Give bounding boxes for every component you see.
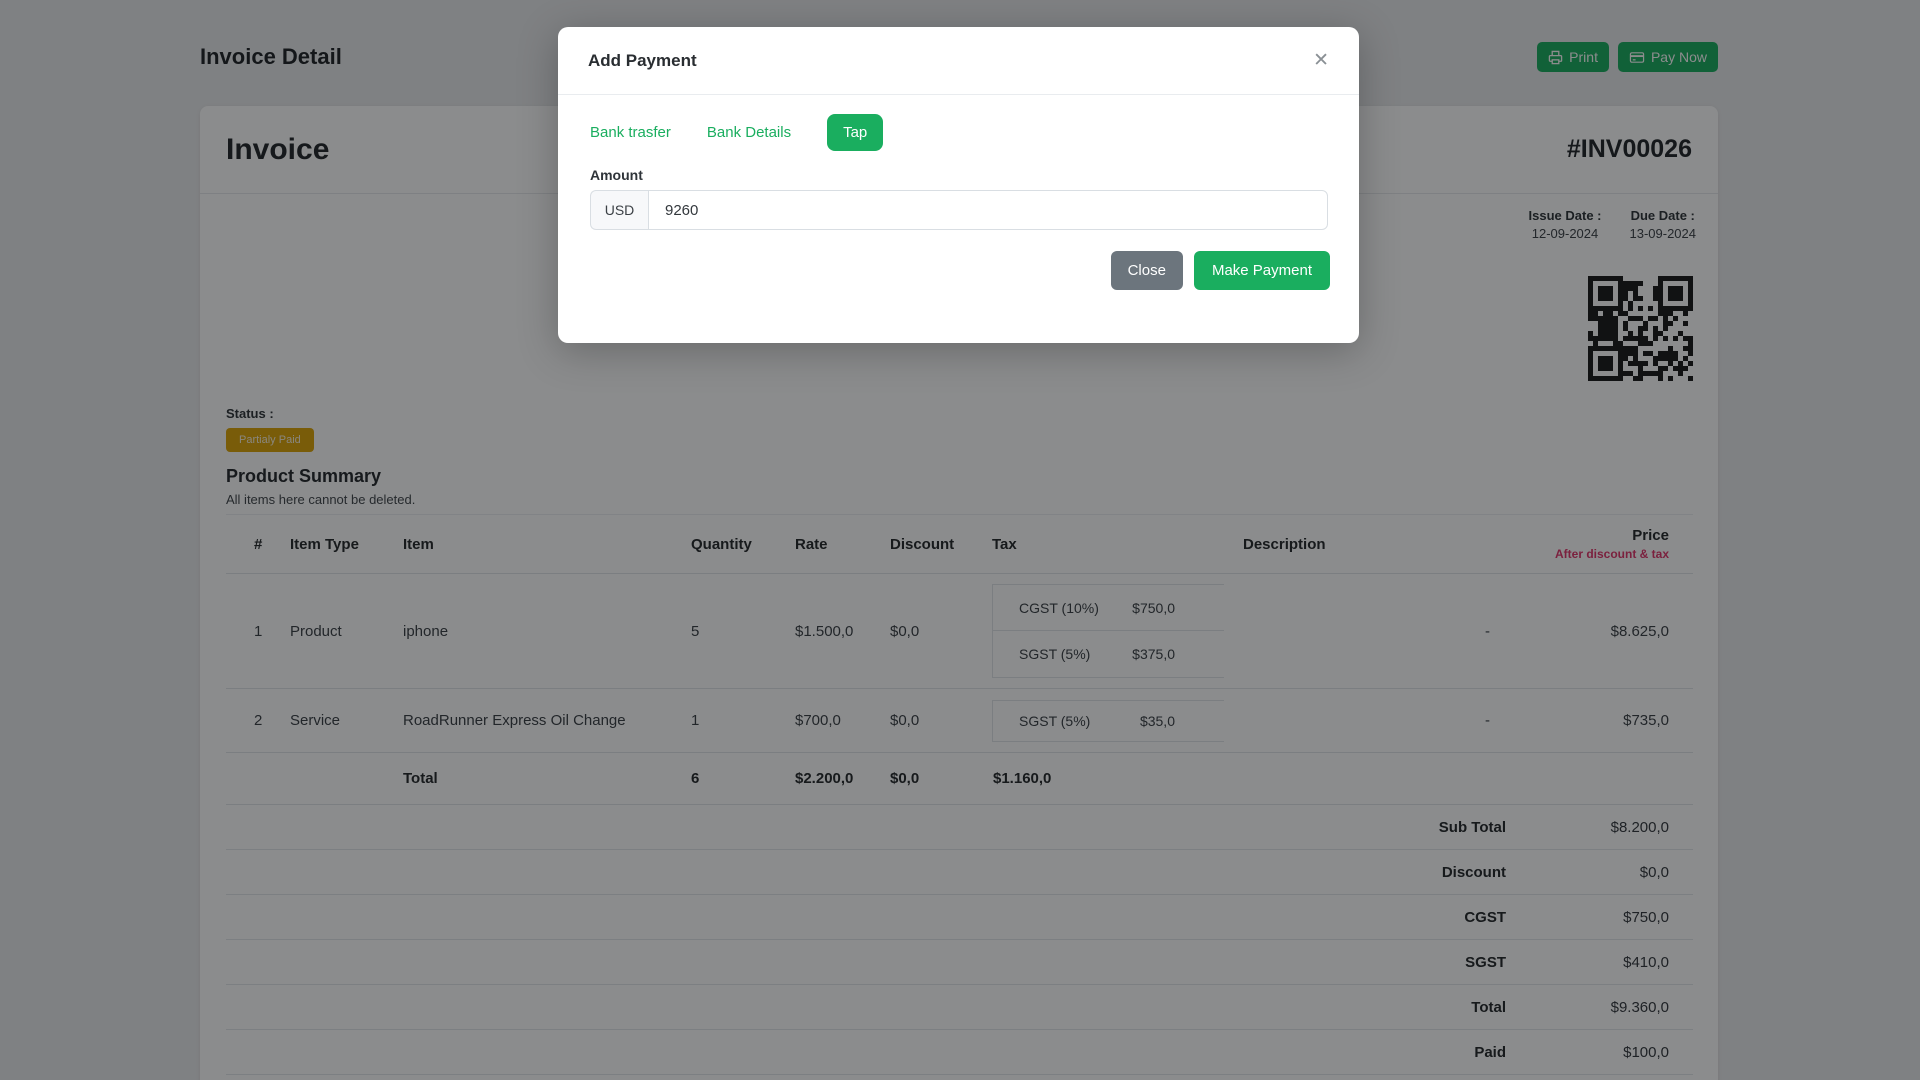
modal-footer: Close Make Payment xyxy=(1110,251,1330,290)
tab-bank-transfer[interactable]: Bank trasfer xyxy=(590,124,671,141)
tab-bank-details[interactable]: Bank Details xyxy=(707,124,791,141)
payment-tabs: Bank trasfer Bank Details Tap xyxy=(590,114,1327,151)
modal-body: Bank trasfer Bank Details Tap Amount USD xyxy=(558,95,1359,230)
close-button[interactable]: Close xyxy=(1110,251,1183,290)
amount-input[interactable] xyxy=(648,190,1328,230)
modal-header: Add Payment ✕ xyxy=(558,27,1359,95)
currency-prefix: USD xyxy=(590,190,648,230)
modal-title: Add Payment xyxy=(588,50,697,70)
add-payment-modal: Add Payment ✕ Bank trasfer Bank Details … xyxy=(558,27,1359,343)
amount-input-group: USD xyxy=(590,190,1328,230)
close-icon[interactable]: ✕ xyxy=(1313,51,1329,70)
tab-tap[interactable]: Tap xyxy=(827,114,884,151)
amount-label: Amount xyxy=(590,167,643,183)
make-payment-button[interactable]: Make Payment xyxy=(1193,251,1330,290)
